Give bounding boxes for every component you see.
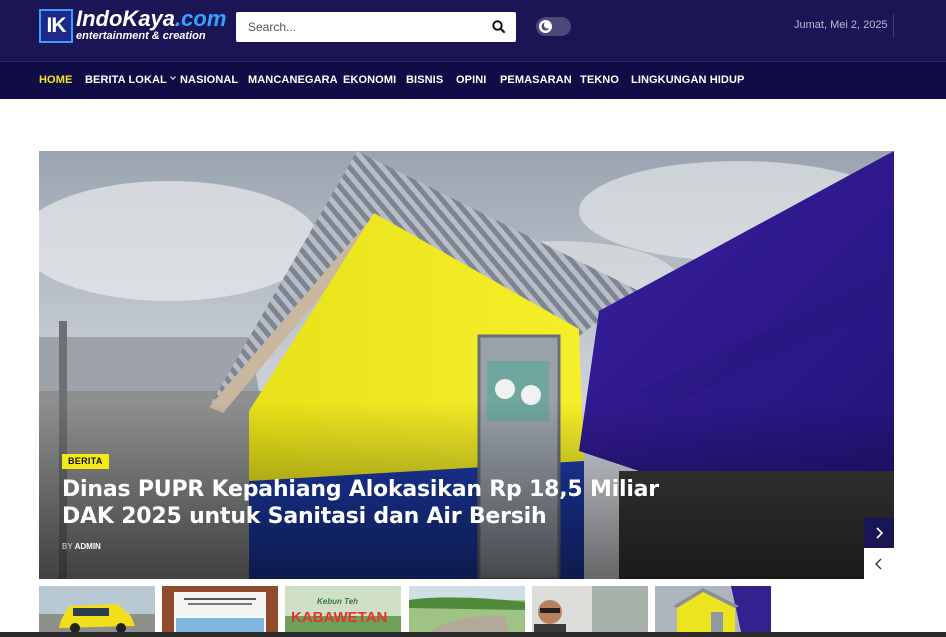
hero-title[interactable]: Dinas PUPR Kepahiang Alokasikan Rp 18,5 …	[62, 476, 702, 530]
nav-item-nasional[interactable]: NASIONAL	[180, 74, 238, 86]
top-header: IK IndoKaya.com entertainment & creation…	[0, 0, 946, 61]
moon-icon	[541, 21, 552, 31]
thumb-yellow-car-image	[39, 586, 155, 632]
thumb-document-image	[162, 586, 278, 632]
thumb-yellow-building-image	[655, 586, 771, 632]
search-input[interactable]	[236, 12, 476, 42]
nav-item-home[interactable]: HOME	[39, 74, 72, 86]
header-divider	[893, 14, 894, 38]
thumbnail-item[interactable]: Kebun Teh KABAWETAN	[285, 586, 401, 632]
featured-slide[interactable]: BERITA Dinas PUPR Kepahiang Alokasikan R…	[39, 151, 894, 579]
thumb-portrait-image	[532, 586, 648, 632]
thumbnail-strip: Kebun Teh KABAWETAN	[39, 586, 779, 632]
svg-text:Kebun Teh: Kebun Teh	[317, 597, 358, 606]
nav-item-mancanegara[interactable]: MANCANEGARA	[248, 74, 338, 86]
slider-prev-button[interactable]	[864, 548, 894, 579]
thumb-green-field-image	[409, 586, 525, 632]
svg-text:KABAWETAN: KABAWETAN	[291, 609, 387, 626]
nav-item-berita-lokal[interactable]: BERITA LOKAL	[85, 74, 176, 86]
logo-mark: IK	[39, 9, 73, 43]
nav-item-tekno[interactable]: TEKNO	[580, 74, 619, 86]
byline: BY ADMIN	[62, 542, 101, 551]
chevron-left-icon	[875, 558, 882, 570]
nav-item-pemasaran[interactable]: PEMASARAN	[500, 74, 572, 86]
nav-item-ekonomi[interactable]: EKONOMI	[343, 74, 396, 86]
category-badge[interactable]: BERITA	[62, 454, 109, 469]
thumbnail-item[interactable]	[39, 586, 155, 632]
thumbnail-item[interactable]	[655, 586, 771, 632]
toggle-knob	[539, 20, 552, 33]
thumb-kebun-teh-image: Kebun Teh KABAWETAN	[285, 586, 401, 632]
logo-name: IndoKaya.com	[76, 6, 227, 31]
nav-item-opini[interactable]: OPINI	[456, 74, 486, 86]
logo-tagline: entertainment & creation	[76, 30, 206, 42]
nav-item-lingkungan-hidup[interactable]: LINGKUNGAN HIDUP	[631, 74, 744, 86]
main-nav: HOME BERITA LOKAL NASIONAL MANCANEGARA E…	[0, 61, 946, 99]
search-icon[interactable]	[490, 18, 508, 36]
dark-mode-toggle[interactable]	[536, 17, 571, 36]
nav-item-label: BERITA LOKAL	[85, 74, 167, 86]
search-box	[236, 12, 516, 42]
thumbnail-item[interactable]	[162, 586, 278, 632]
current-date: Jumat, Mei 2, 2025	[794, 19, 888, 31]
author-link[interactable]: ADMIN	[75, 542, 101, 551]
chevron-right-icon	[876, 527, 884, 539]
page-bottom-edge	[0, 632, 946, 637]
slider-next-button[interactable]	[864, 518, 894, 548]
thumbnail-item[interactable]	[409, 586, 525, 632]
thumbnail-item[interactable]	[532, 586, 648, 632]
site-logo[interactable]: IK IndoKaya.com entertainment & creation	[39, 6, 226, 46]
chevron-down-icon	[169, 76, 176, 81]
nav-item-bisnis[interactable]: BISNIS	[406, 74, 443, 86]
